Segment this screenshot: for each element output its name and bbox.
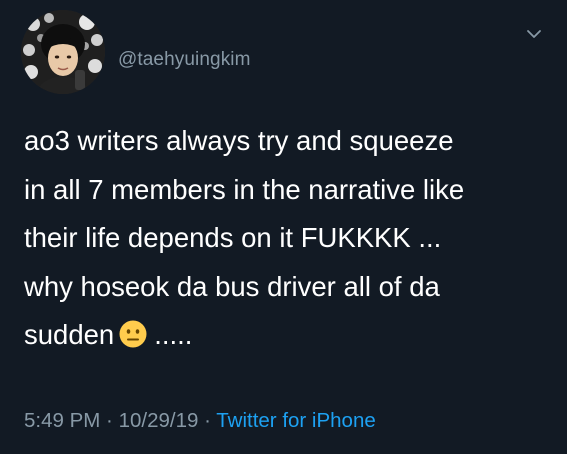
meta-separator: · <box>100 409 119 432</box>
avatar[interactable] <box>21 10 105 94</box>
tweet-time[interactable]: 5:49 PM <box>24 409 100 432</box>
meta-separator: · <box>198 409 217 432</box>
tweet-line: ao3 writers always try and squeeze <box>24 125 454 156</box>
trailing-dots: ..... <box>154 319 193 350</box>
tweet-line-last: sudden ..... <box>24 311 544 360</box>
chevron-down-icon[interactable] <box>524 24 544 44</box>
tweet-card: @taehyuingkim ao3 writers always try and… <box>0 0 567 454</box>
tweet-date[interactable]: 10/29/19 <box>119 409 199 432</box>
tweet-line-text: sudden <box>24 319 115 350</box>
user-handle[interactable]: @taehyuingkim <box>118 49 251 71</box>
tweet-line: their life depends on it FUKKKK ... <box>24 222 442 253</box>
tweet-line: in all 7 members in the narrative like <box>24 173 465 205</box>
tweet-meta: 5:49 PM · 10/29/19 · Twitter for iPhone <box>24 409 376 433</box>
neutral-face-emoji-icon <box>118 316 148 348</box>
tweet-source-link[interactable]: Twitter for iPhone <box>216 409 376 432</box>
tweet-line: why hoseok da bus driver all of da <box>24 270 440 302</box>
tweet-text: ao3 writers always try and squeeze in al… <box>24 117 544 360</box>
avatar-image <box>21 10 105 94</box>
